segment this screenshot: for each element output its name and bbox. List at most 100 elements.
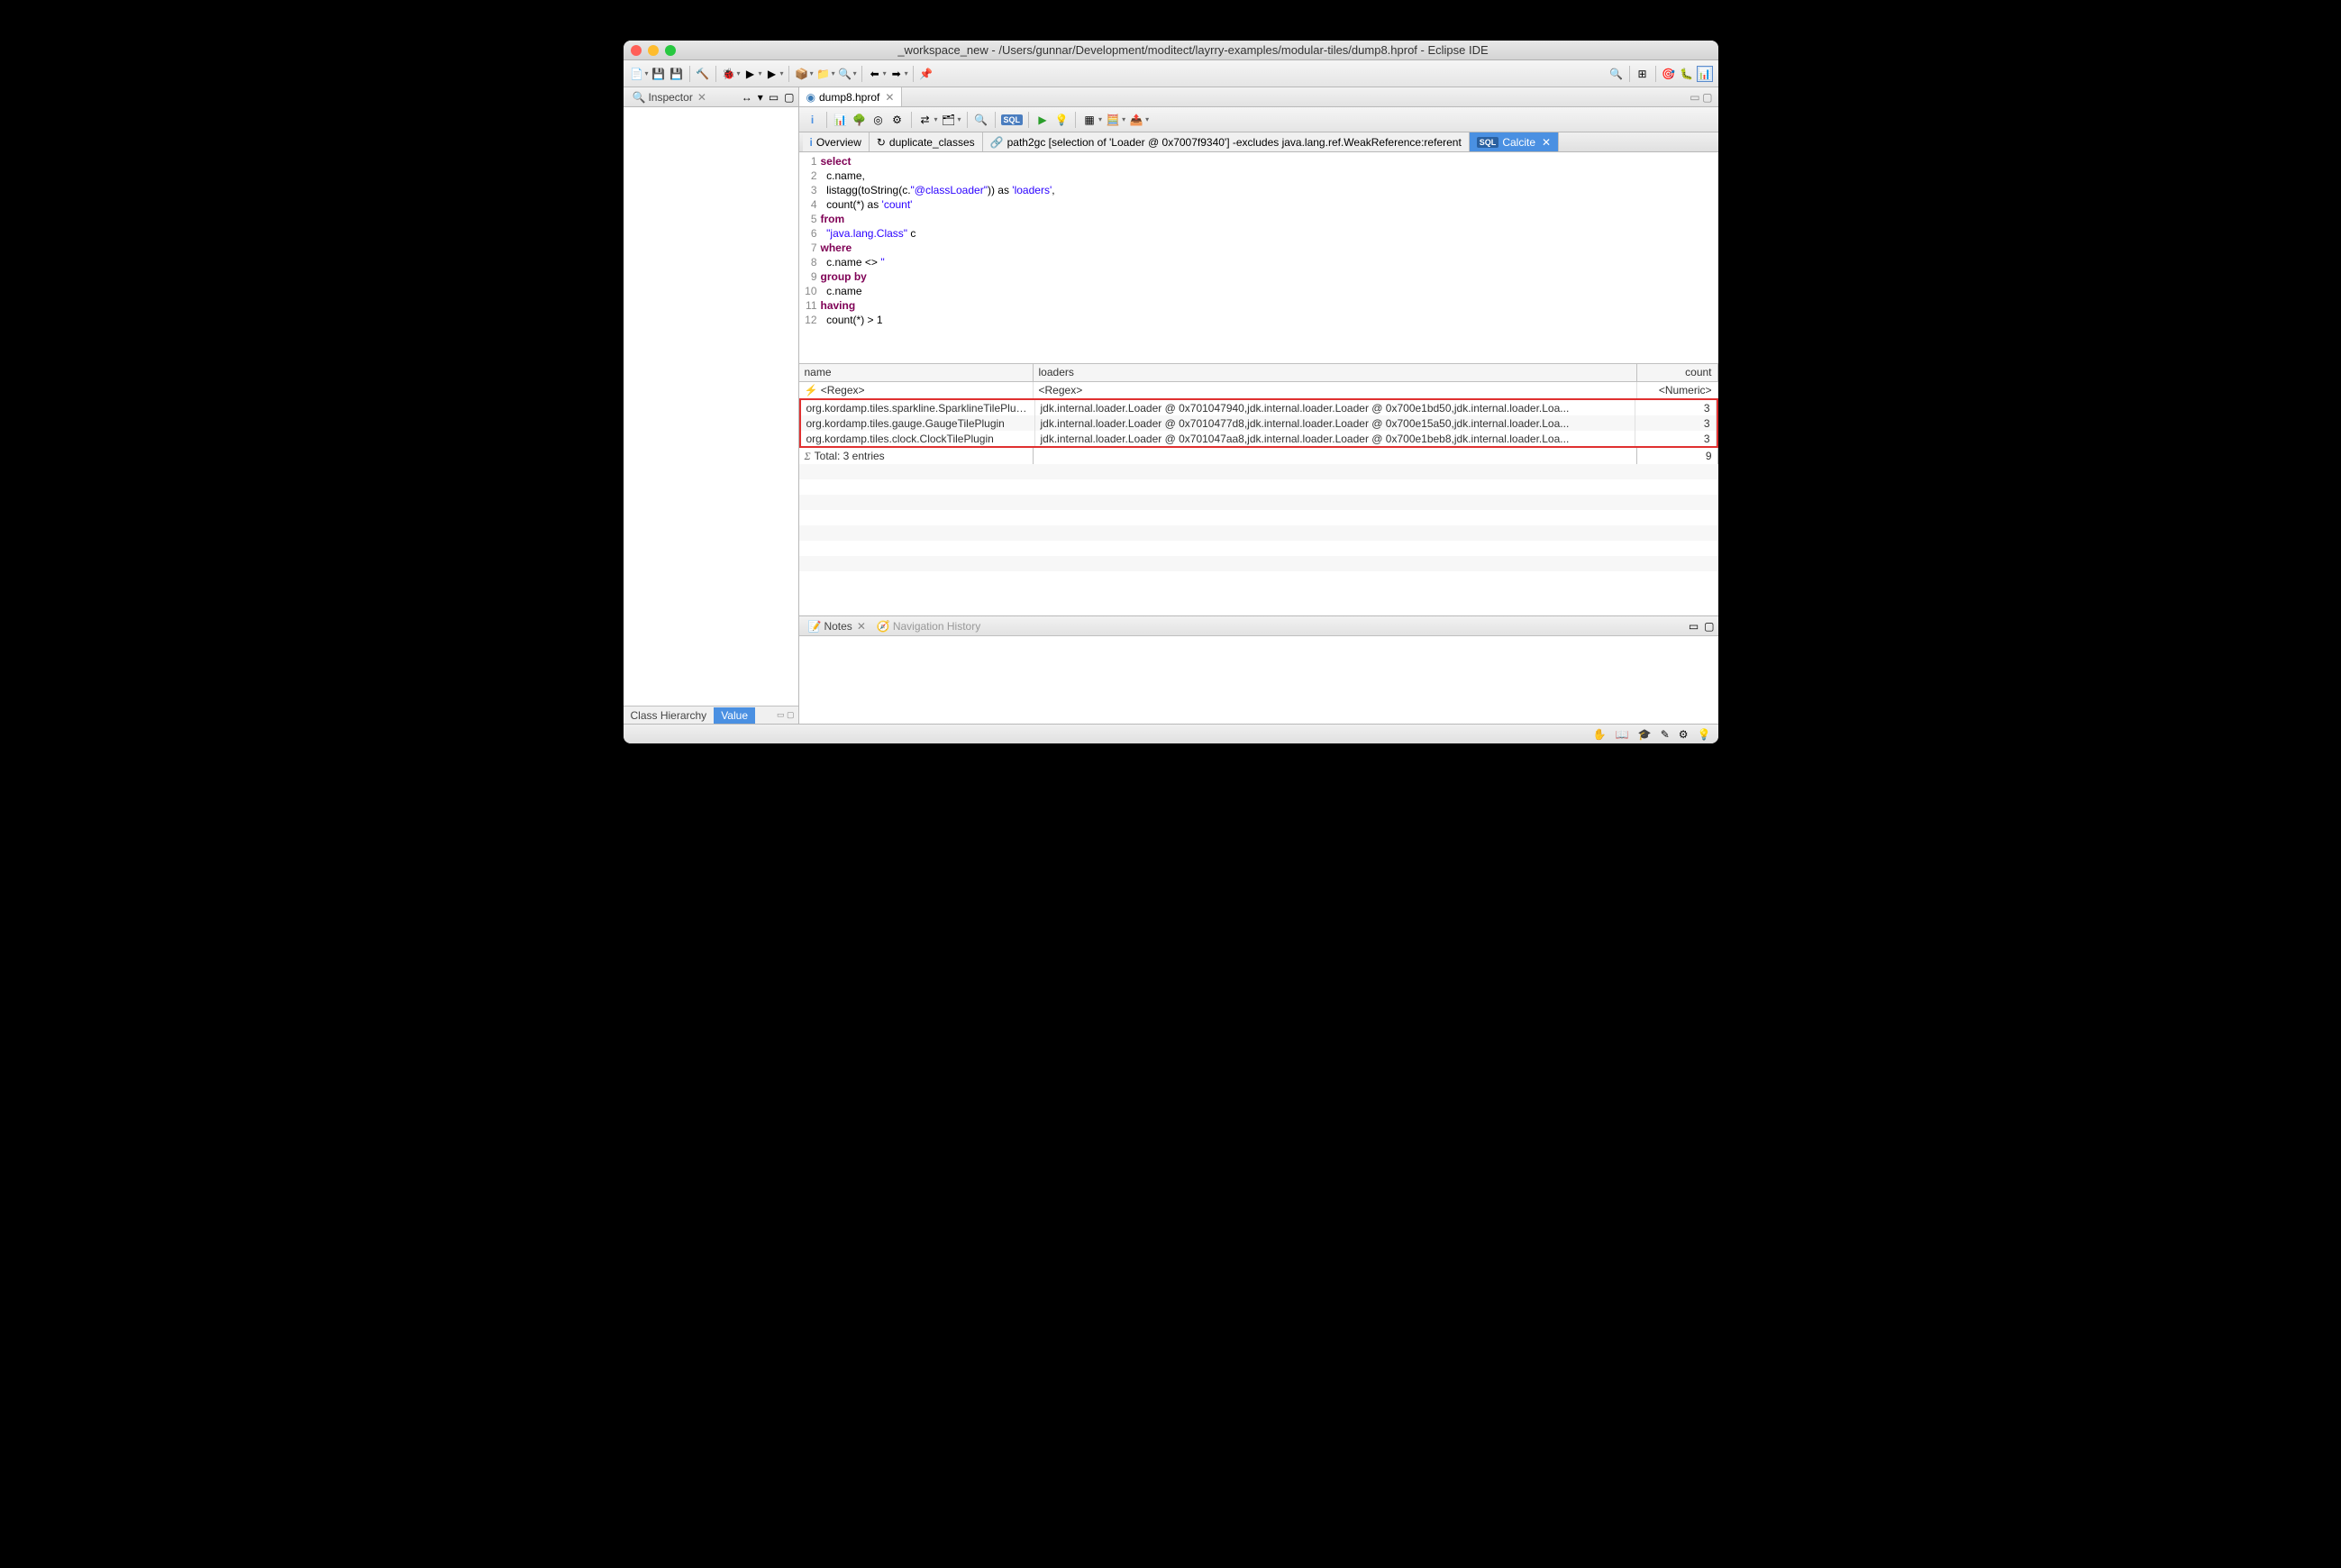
content-area: 🔍 Inspector ✕ ↔ ▾ ▭ ▢ Class Hierarchy Va… <box>624 87 1718 724</box>
col-name[interactable]: name <box>799 364 1034 381</box>
inspector-subtabs: Class Hierarchy Value ▭ ▢ <box>624 706 798 724</box>
table-row[interactable]: org.kordamp.tiles.clock.ClockTilePlugin … <box>801 431 1717 446</box>
histogram-icon[interactable]: 📊 <box>833 112 849 128</box>
debug-perspective-icon[interactable]: 🐛 <box>1679 66 1695 82</box>
java-perspective-icon[interactable]: 🎯 <box>1661 66 1677 82</box>
maximize-window-icon[interactable] <box>665 45 676 56</box>
maximize-icon[interactable]: ▢ <box>1704 620 1714 633</box>
overview-tab[interactable]: i Overview <box>803 132 870 151</box>
sql-icon: SQL <box>1477 137 1499 148</box>
sql-editor[interactable]: 123456789101112 select c.name, listagg(t… <box>799 152 1718 364</box>
sb-grad-icon[interactable]: 🎓 <box>1638 728 1652 741</box>
close-icon[interactable]: ✕ <box>885 91 894 104</box>
group-icon[interactable]: ▦ <box>1081 112 1098 128</box>
open-perspective-button[interactable]: ⊞ <box>1635 66 1651 82</box>
back-button[interactable]: ⬅ <box>867 66 883 82</box>
minimize-icon[interactable]: ▭ <box>1689 620 1699 633</box>
refresh-icon: ↻ <box>877 136 886 149</box>
thread-icon[interactable]: ⚙ <box>889 112 906 128</box>
navigation-history-tab[interactable]: 🧭 Navigation History <box>871 618 986 634</box>
inspector-panel: 🔍 Inspector ✕ ↔ ▾ ▭ ▢ Class Hierarchy Va… <box>624 87 799 724</box>
total-row: ΣTotal: 3 entries 9 <box>799 448 1718 464</box>
sb-edit-icon[interactable]: ✎ <box>1661 728 1670 741</box>
new-package-button[interactable]: 📁 <box>815 66 832 82</box>
sb-gear-icon[interactable]: ⚙ <box>1679 728 1689 741</box>
mat-perspective-icon[interactable]: 📊 <box>1697 66 1713 82</box>
notes-tab[interactable]: 📝 Notes ✕ <box>803 618 871 634</box>
window-controls <box>631 45 676 56</box>
save-button[interactable]: 💾 <box>651 66 667 82</box>
titlebar: _workspace_new - /Users/gunnar/Developme… <box>624 41 1718 60</box>
filter-row: ⚡ <Regex> <Regex> <Numeric> <box>799 382 1718 398</box>
close-icon[interactable]: ✕ <box>1542 136 1551 149</box>
run-button[interactable]: ▶ <box>742 66 759 82</box>
maximize-icon[interactable]: ▢ <box>784 91 794 104</box>
class-hierarchy-tab[interactable]: Class Hierarchy <box>624 707 715 724</box>
info-icon: i <box>810 136 813 149</box>
inspector-tab-icon: 🔍 <box>633 91 646 104</box>
highlighted-rows: org.kordamp.tiles.sparkline.SparklineTil… <box>799 398 1718 448</box>
minimize-icon[interactable]: ▭ <box>769 91 779 104</box>
page-tabs: i Overview ↻ duplicate_classes 🔗 path2gc… <box>799 132 1718 152</box>
query-browser-icon[interactable]: 🗂 <box>941 112 957 128</box>
eclipse-window: _workspace_new - /Users/gunnar/Developme… <box>624 41 1718 743</box>
build-button[interactable]: 🔨 <box>695 66 711 82</box>
editor-area: ◉ dump8.hprof ✕ ▭ ▢ i 📊 🌳 ◎ ⚙ ⇄▾ 🗂▾ <box>799 87 1718 724</box>
main-toolbar: 📄▾ 💾 💾 🔨 🐞▾ ▶▾ ▶▾ 📦▾ 📁▾ 🔍▾ ⬅▾ ➡▾ 📌 🔍 ⊞ 🎯… <box>624 60 1718 87</box>
run-query-icon[interactable]: ▶ <box>1034 112 1051 128</box>
oql-icon[interactable]: ◎ <box>870 112 887 128</box>
compare-icon[interactable]: ⇄ <box>917 112 934 128</box>
find-icon[interactable]: 🔍 <box>973 112 989 128</box>
new-class-button[interactable]: 📦 <box>794 66 810 82</box>
export-icon[interactable]: 📤 <box>1128 112 1144 128</box>
table-row[interactable]: org.kordamp.tiles.sparkline.SparklineTil… <box>801 400 1717 415</box>
sb-bulb-icon[interactable]: 💡 <box>1698 728 1711 741</box>
new-button[interactable]: 📄 <box>629 66 645 82</box>
duplicate-classes-tab[interactable]: ↻ duplicate_classes <box>870 132 983 151</box>
search-icon[interactable]: 🔍 <box>1608 66 1625 82</box>
mat-toolbar: i 📊 🌳 ◎ ⚙ ⇄▾ 🗂▾ 🔍 SQL ▶ 💡 ▦▾ 🧮▾ 📤▾ <box>799 107 1718 132</box>
forward-button[interactable]: ➡ <box>888 66 905 82</box>
close-icon[interactable]: ✕ <box>697 91 706 104</box>
code-content[interactable]: select c.name, listagg(toString(c."@clas… <box>821 152 1718 363</box>
line-gutter: 123456789101112 <box>799 152 821 363</box>
col-count[interactable]: count <box>1637 364 1718 381</box>
sync-icon[interactable]: ↔ <box>742 91 752 104</box>
close-window-icon[interactable] <box>631 45 642 56</box>
debug-button[interactable]: 🐞 <box>721 66 737 82</box>
lightbulb-icon[interactable]: 💡 <box>1053 112 1070 128</box>
sb-book-icon[interactable]: 📖 <box>1616 728 1629 741</box>
close-icon[interactable]: ✕ <box>857 620 866 633</box>
notes-body[interactable] <box>799 636 1718 724</box>
bottom-panel: 📝 Notes ✕ 🧭 Navigation History ▭ ▢ <box>799 615 1718 724</box>
nav-icon: 🧭 <box>877 620 890 633</box>
results-table: name loaders count ⚡ <Regex> <Regex> <Nu… <box>799 364 1718 615</box>
calculator-icon[interactable]: 🧮 <box>1105 112 1121 128</box>
col-loaders[interactable]: loaders <box>1034 364 1637 381</box>
path-icon: 🔗 <box>990 136 1004 149</box>
path2gc-tab[interactable]: 🔗 path2gc [selection of 'Loader @ 0x7007… <box>983 132 1470 151</box>
editor-tab-dump8[interactable]: ◉ dump8.hprof ✕ <box>799 87 903 106</box>
sql-icon[interactable]: SQL <box>1001 114 1024 125</box>
maximize-icon[interactable]: ▢ <box>1702 91 1712 104</box>
overview-icon[interactable]: i <box>805 112 821 128</box>
notes-icon: 📝 <box>808 620 822 633</box>
pin-button[interactable]: 📌 <box>918 66 934 82</box>
sigma-icon: Σ <box>805 450 811 462</box>
value-tab[interactable]: Value <box>714 707 755 724</box>
window-title: _workspace_new - /Users/gunnar/Developme… <box>676 43 1711 57</box>
menu-icon[interactable]: ▾ <box>758 91 763 104</box>
search-tool-button[interactable]: 🔍 <box>837 66 853 82</box>
heap-dump-icon: ◉ <box>806 91 815 104</box>
calcite-tab[interactable]: SQL Calcite ✕ <box>1470 132 1559 151</box>
status-bar: ✋ 📖 🎓 ✎ ⚙ 💡 <box>624 724 1718 743</box>
dominator-tree-icon[interactable]: 🌳 <box>852 112 868 128</box>
minimize-window-icon[interactable] <box>648 45 659 56</box>
sb-hand-icon[interactable]: ✋ <box>1593 728 1607 741</box>
run-last-button[interactable]: ▶ <box>764 66 780 82</box>
minimize-icon[interactable]: ▭ <box>1690 91 1699 104</box>
inspector-tab[interactable]: 🔍 Inspector ✕ <box>627 89 712 105</box>
table-row[interactable]: org.kordamp.tiles.gauge.GaugeTilePlugin … <box>801 415 1717 431</box>
subtab-controls[interactable]: ▭ ▢ <box>777 710 798 720</box>
save-all-button[interactable]: 💾 <box>669 66 685 82</box>
